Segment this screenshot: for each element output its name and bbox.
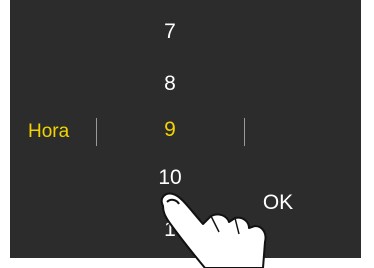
selection-divider-left — [96, 118, 97, 146]
hour-option-7[interactable]: 7 — [140, 20, 200, 44]
hour-field-label: Hora — [28, 121, 70, 142]
hour-option-selected[interactable]: 9 — [140, 118, 200, 142]
selection-divider-right — [244, 118, 245, 146]
hour-option-8[interactable]: 8 — [140, 72, 200, 96]
pointing-hand-icon — [160, 192, 267, 268]
